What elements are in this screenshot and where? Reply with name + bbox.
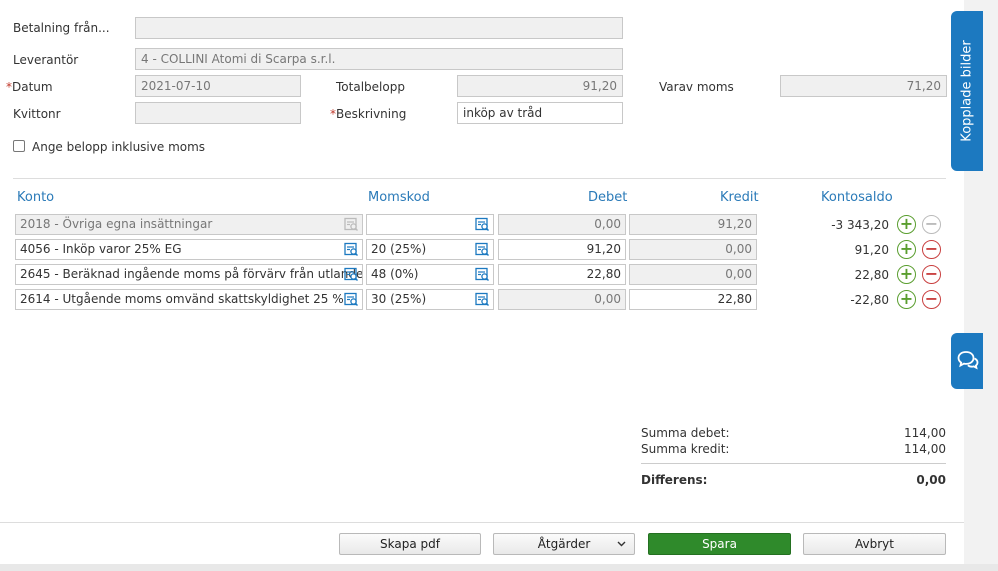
search-list-icon[interactable]	[475, 267, 490, 282]
datum-field[interactable]: 2021-07-10	[135, 75, 301, 97]
spara-button[interactable]: Spara	[648, 533, 791, 555]
col-konto: Konto	[17, 190, 55, 205]
chevron-down-icon	[617, 541, 626, 547]
debet-field[interactable]: 22,80	[498, 264, 626, 285]
search-list-icon[interactable]	[344, 217, 359, 232]
varav-moms-label: Varav moms	[659, 80, 734, 94]
bottom-scrollbar[interactable]	[0, 564, 998, 571]
col-debet: Debet	[588, 190, 628, 205]
konto-field[interactable]: 2614 - Utgående moms omvänd skattskyldig…	[15, 289, 363, 310]
search-list-icon[interactable]	[475, 242, 490, 257]
search-list-icon[interactable]	[344, 292, 359, 307]
col-kredit: Kredit	[720, 190, 759, 205]
remove-row-icon: −	[922, 215, 941, 234]
kredit-field[interactable]: 91,20	[629, 214, 757, 235]
datum-label: *Datum	[6, 80, 53, 94]
konto-field[interactable]: 4056 - Inköp varor 25% EG	[15, 239, 363, 260]
leverantor-field[interactable]: 4 - COLLINI Atomi di Scarpa s.r.l.	[135, 48, 623, 70]
add-row-icon[interactable]: +	[897, 265, 916, 284]
kvittonr-label: Kvittonr	[13, 107, 61, 121]
kredit-field[interactable]: 0,00	[629, 239, 757, 260]
summa-debet-value: 114,00	[904, 426, 946, 440]
inkl-moms-label: Ange belopp inklusive moms	[32, 140, 206, 154]
kontosaldo-value: -22,80	[850, 293, 889, 307]
footer-divider	[0, 522, 964, 523]
summa-kredit-value: 114,00	[904, 442, 946, 456]
momskod-field[interactable]	[366, 214, 494, 235]
col-momskod: Momskod	[368, 190, 430, 205]
betalning-field[interactable]	[135, 17, 623, 39]
totalbelopp-field[interactable]: 91,20	[457, 75, 623, 97]
beskrivning-label: *Beskrivning	[330, 107, 407, 121]
chat-icon	[957, 351, 979, 370]
divider	[13, 178, 946, 179]
search-list-icon[interactable]	[344, 242, 359, 257]
momskod-field[interactable]: 20 (25%)	[366, 239, 494, 260]
beskrivning-field[interactable]: inköp av tråd	[457, 102, 623, 124]
konto-field[interactable]: 2018 - Övriga egna insättningar	[15, 214, 363, 235]
inkl-moms-checkbox[interactable]	[13, 140, 25, 152]
differens-value: 0,00	[916, 473, 946, 487]
summary-divider	[641, 463, 946, 464]
remove-row-icon[interactable]: −	[922, 240, 941, 259]
atgarder-button[interactable]: Åtgärder	[493, 533, 635, 555]
search-list-icon[interactable]	[344, 267, 359, 282]
kopplade-bilder-label: Kopplade bilder	[959, 40, 975, 142]
leverantor-label: Leverantör	[13, 53, 79, 67]
kredit-field[interactable]: 22,80	[629, 289, 757, 310]
skapa-pdf-button[interactable]: Skapa pdf	[339, 533, 481, 555]
chat-tab[interactable]	[951, 333, 983, 389]
col-kontosaldo: Kontosaldo	[821, 190, 893, 205]
kontosaldo-value: -3 343,20	[831, 218, 889, 232]
search-list-icon[interactable]	[475, 217, 490, 232]
add-row-icon[interactable]: +	[897, 215, 916, 234]
avbryt-button[interactable]: Avbryt	[803, 533, 946, 555]
debet-field[interactable]: 91,20	[498, 239, 626, 260]
remove-row-icon[interactable]: −	[922, 290, 941, 309]
kontosaldo-value: 22,80	[854, 268, 889, 282]
totalbelopp-label: Totalbelopp	[336, 80, 405, 94]
kopplade-bilder-tab[interactable]: Kopplade bilder	[951, 11, 983, 171]
betalning-label: Betalning från...	[13, 21, 110, 35]
momskod-field[interactable]: 30 (25%)	[366, 289, 494, 310]
varav-moms-field[interactable]: 71,20	[780, 75, 947, 97]
remove-row-icon[interactable]: −	[922, 265, 941, 284]
kvittonr-field[interactable]	[135, 102, 301, 124]
add-row-icon[interactable]: +	[897, 290, 916, 309]
differens-label: Differens:	[641, 473, 708, 487]
debet-field[interactable]: 0,00	[498, 214, 626, 235]
kredit-field[interactable]: 0,00	[629, 264, 757, 285]
kontosaldo-value: 91,20	[854, 243, 889, 257]
add-row-icon[interactable]: +	[897, 240, 916, 259]
momskod-field[interactable]: 48 (0%)	[366, 264, 494, 285]
summa-debet-label: Summa debet:	[641, 426, 730, 440]
summa-kredit-label: Summa kredit:	[641, 442, 730, 456]
search-list-icon[interactable]	[475, 292, 490, 307]
konto-field[interactable]: 2645 - Beräknad ingående moms på förvärv…	[15, 264, 363, 285]
debet-field[interactable]: 0,00	[498, 289, 626, 310]
